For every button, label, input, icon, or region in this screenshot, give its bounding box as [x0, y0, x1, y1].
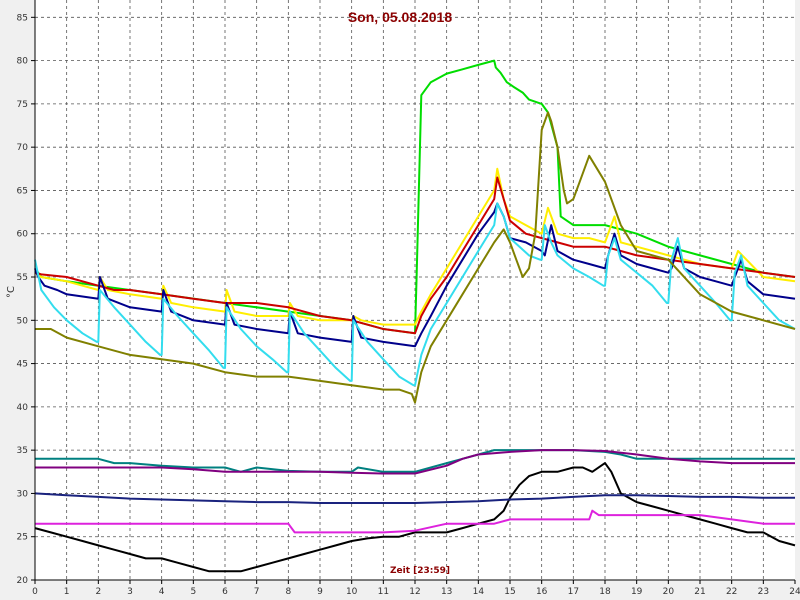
y-tick-label: 85 — [17, 13, 28, 23]
y-tick-label: 65 — [17, 186, 28, 196]
y-tick-label: 35 — [17, 446, 28, 456]
y-tick-label: 80 — [17, 57, 29, 67]
x-tick-label: 16 — [536, 587, 548, 597]
x-tick-label: 9 — [317, 587, 323, 597]
x-tick-label: 12 — [409, 587, 420, 597]
x-tick-label: 22 — [726, 587, 737, 597]
y-tick-label: 30 — [17, 489, 29, 499]
x-tick-label: 1 — [64, 587, 70, 597]
x-tick-label: 2 — [95, 587, 101, 597]
chart-title: Son, 05.08.2018 — [348, 9, 453, 25]
x-tick-label: 10 — [346, 587, 358, 597]
y-axis-label: °C — [6, 286, 17, 298]
x-tick-label: 19 — [631, 587, 643, 597]
x-tick-label: 21 — [694, 587, 705, 597]
x-axis-label: Zeit [23:59] — [390, 566, 450, 576]
x-tick-label: 11 — [378, 587, 389, 597]
x-tick-label: 7 — [254, 587, 260, 597]
y-tick-label: 45 — [17, 360, 28, 370]
x-tick-label: 4 — [159, 587, 165, 597]
y-tick-label: 60 — [17, 230, 29, 240]
y-tick-label: 75 — [17, 100, 28, 110]
temperature-chart: 0 1 2 3 4 5 6 7 8 9 10 11 12 13 14 15 16 17 18 19 20 21 22 23 24… — [6, 0, 800, 597]
y-tick-label: 50 — [17, 316, 29, 326]
x-tick-label: 20 — [663, 587, 675, 597]
x-tick-label: 17 — [568, 587, 579, 597]
x-tick-label: 23 — [758, 587, 769, 597]
x-tick-label: 8 — [285, 587, 291, 597]
y-tick-label: 55 — [17, 273, 28, 283]
y-tick-label: 20 — [17, 576, 29, 586]
x-tick-label: 0 — [32, 587, 38, 597]
x-tick-label: 15 — [504, 587, 515, 597]
x-tick-label: 5 — [190, 587, 196, 597]
y-tick-label: 40 — [17, 403, 29, 413]
x-tick-label: 24 — [789, 587, 800, 597]
y-tick-label: 70 — [17, 143, 29, 153]
y-tick-label: 25 — [17, 533, 28, 543]
x-axis-ticks: 0 1 2 3 4 5 6 7 8 9 10 11 12 13 14 15 16 17 18 19 20 21 22 23 24 — [32, 580, 800, 597]
x-tick-label: 18 — [599, 587, 611, 597]
x-tick-label: 14 — [473, 587, 485, 597]
y-axis-ticks: 20 25 30 35 40 45 50 55 60 65 70 75 80 85 — [17, 13, 35, 586]
x-tick-label: 13 — [441, 587, 452, 597]
x-tick-label: 3 — [127, 587, 133, 597]
x-tick-label: 6 — [222, 587, 228, 597]
